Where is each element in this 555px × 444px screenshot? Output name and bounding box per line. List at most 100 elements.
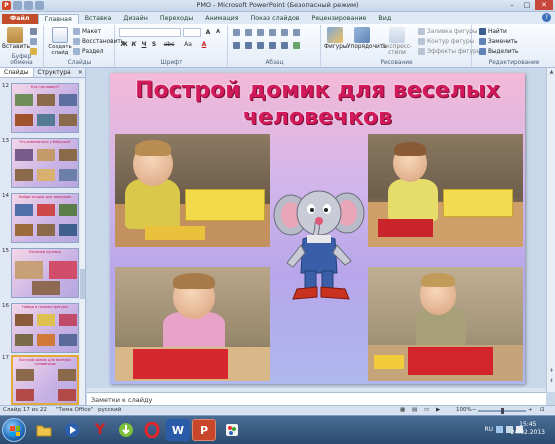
- slides-panel-scrollbar[interactable]: [80, 79, 85, 404]
- zoom-out-icon[interactable]: −: [472, 407, 477, 413]
- text-direction-button[interactable]: [293, 29, 300, 36]
- scrollbar-thumb[interactable]: [80, 269, 85, 299]
- reading-view-icon[interactable]: ▭: [424, 407, 429, 413]
- tab-slideshow[interactable]: Показ слайдов: [245, 14, 306, 24]
- zoom-slider-knob[interactable]: [501, 408, 504, 414]
- align-left-button[interactable]: [233, 42, 240, 49]
- shapes-button[interactable]: Фигуры: [324, 27, 348, 50]
- find-button[interactable]: Найти: [479, 28, 507, 35]
- slide-title[interactable]: Построй домик для веселых человечков: [110, 77, 525, 131]
- close-button[interactable]: ✕: [535, 0, 553, 10]
- shape-fill-button[interactable]: Заливка фигуры: [418, 28, 478, 35]
- numbering-button[interactable]: [245, 29, 252, 36]
- maximize-button[interactable]: □: [520, 0, 534, 10]
- section-button[interactable]: Раздел: [73, 48, 103, 55]
- next-slide-icon[interactable]: ⇟: [548, 378, 555, 385]
- scroll-up-icon[interactable]: ▲: [548, 69, 555, 76]
- align-center-button[interactable]: [245, 42, 252, 49]
- shape-effects-button[interactable]: Эффекты фигуры: [418, 48, 481, 55]
- change-case-button[interactable]: Aa: [182, 41, 194, 48]
- tab-home[interactable]: Главная: [37, 14, 79, 24]
- clock[interactable]: 15:45 24.02.2013: [511, 421, 545, 437]
- copy-icon: [30, 38, 37, 45]
- arrange-button[interactable]: Упорядочить: [347, 27, 387, 50]
- slide-thumbnail[interactable]: 12 Кто где живет?: [2, 83, 82, 135]
- photo-child-top-left[interactable]: [115, 134, 270, 247]
- tab-slides[interactable]: Слайды: [0, 68, 34, 77]
- prev-slide-icon[interactable]: ⇞: [548, 368, 555, 375]
- layout-button[interactable]: Макет: [73, 28, 101, 35]
- photo-child-top-right[interactable]: [368, 134, 523, 247]
- torrent-taskbar-button[interactable]: [114, 419, 138, 441]
- minimize-button[interactable]: –: [505, 0, 519, 10]
- slide-thumbnail[interactable]: 13 Что изменилось у бабушки?: [2, 138, 82, 190]
- tab-view[interactable]: Вид: [372, 14, 397, 24]
- italic-button[interactable]: К: [130, 41, 138, 48]
- vertical-scrollbar[interactable]: ▲ ⇞ ⇟: [546, 68, 555, 392]
- elephant-character-image[interactable]: [273, 183, 365, 311]
- increase-indent-button[interactable]: [269, 29, 276, 36]
- close-panel-button[interactable]: ×: [75, 68, 86, 77]
- powerpoint-taskbar-button[interactable]: P: [192, 419, 216, 441]
- tab-transitions[interactable]: Переходы: [154, 14, 199, 24]
- new-slide-button[interactable]: Создать слайд: [48, 27, 72, 56]
- slide-sorter-icon[interactable]: ▤: [412, 407, 417, 413]
- shrink-font-button[interactable]: A: [214, 29, 222, 35]
- paint-taskbar-button[interactable]: [220, 419, 244, 441]
- explorer-taskbar-button[interactable]: [32, 419, 56, 441]
- fit-to-window-icon[interactable]: ⊡: [540, 407, 545, 413]
- yandex-browser-taskbar-button[interactable]: Y: [88, 419, 112, 441]
- justify-button[interactable]: [269, 42, 276, 49]
- language-indicator[interactable]: русский: [98, 407, 121, 413]
- font-color-button[interactable]: A: [200, 41, 208, 48]
- media-player-taskbar-button[interactable]: [60, 419, 84, 441]
- select-button[interactable]: Выделить: [479, 48, 518, 55]
- help-icon[interactable]: ?: [542, 13, 551, 22]
- replace-button[interactable]: Заменить: [479, 38, 518, 45]
- zoom-level[interactable]: 100%: [456, 407, 472, 413]
- underline-button[interactable]: Ч: [140, 41, 148, 48]
- shape-outline-button[interactable]: Контур фигуры: [418, 38, 474, 45]
- notes-pane[interactable]: Заметки к слайду: [87, 392, 546, 405]
- copy-button[interactable]: [30, 38, 37, 45]
- action-center-icon[interactable]: [496, 426, 503, 433]
- slide-thumbnail[interactable]: 15 Разложи пуговки: [2, 248, 82, 300]
- font-name-select[interactable]: [119, 28, 181, 37]
- tab-review[interactable]: Рецензирование: [306, 14, 373, 24]
- strikethrough-button[interactable]: abc: [162, 41, 176, 48]
- align-right-button[interactable]: [257, 42, 264, 49]
- tab-outline[interactable]: Структура: [34, 68, 75, 77]
- quick-styles-button[interactable]: Экспресс-стили: [378, 27, 416, 56]
- grow-font-button[interactable]: A: [204, 29, 212, 36]
- zoom-in-icon[interactable]: +: [528, 407, 533, 413]
- opera-taskbar-button[interactable]: [140, 419, 164, 441]
- bold-button[interactable]: Ж: [120, 41, 128, 48]
- photo-child-bottom-right[interactable]: [368, 267, 523, 381]
- slide-thumbnail[interactable]: 16 Найди и положи фигуры: [2, 303, 82, 355]
- tab-insert[interactable]: Вставка: [79, 14, 118, 24]
- normal-view-icon[interactable]: ▦: [400, 407, 405, 413]
- slides-panel: Слайды Структура × 12 Кто где живет? 13 …: [0, 68, 86, 405]
- theme-name[interactable]: "Тема Office": [56, 407, 93, 413]
- shadow-button[interactable]: S: [150, 41, 158, 48]
- start-button[interactable]: [2, 418, 26, 442]
- line-spacing-button[interactable]: [281, 29, 288, 36]
- bullets-icon: [233, 29, 240, 36]
- tab-animations[interactable]: Анимация: [199, 14, 244, 24]
- font-size-select[interactable]: [183, 28, 201, 37]
- slideshow-view-icon[interactable]: ▶: [436, 407, 440, 413]
- decrease-indent-button[interactable]: [257, 29, 264, 36]
- slide-thumbnail-selected[interactable]: 17 Построй домик для веселых человечков: [2, 355, 82, 407]
- slide-canvas[interactable]: Построй домик для веселых человечков: [110, 73, 525, 384]
- bullets-button[interactable]: [233, 29, 240, 36]
- smartart-button[interactable]: [293, 42, 300, 49]
- keyboard-language[interactable]: RU: [484, 426, 493, 433]
- cut-button[interactable]: [30, 28, 37, 35]
- slide-thumbnail[interactable]: 14 Найди ягодки для зверушек: [2, 193, 82, 245]
- photo-child-bottom-left[interactable]: [115, 267, 270, 381]
- tab-file[interactable]: Файл: [2, 14, 38, 24]
- word-taskbar-button[interactable]: W: [166, 419, 190, 441]
- tab-design[interactable]: Дизайн: [117, 14, 153, 24]
- columns-button[interactable]: [281, 42, 288, 49]
- paste-button[interactable]: Вставить: [2, 27, 30, 50]
